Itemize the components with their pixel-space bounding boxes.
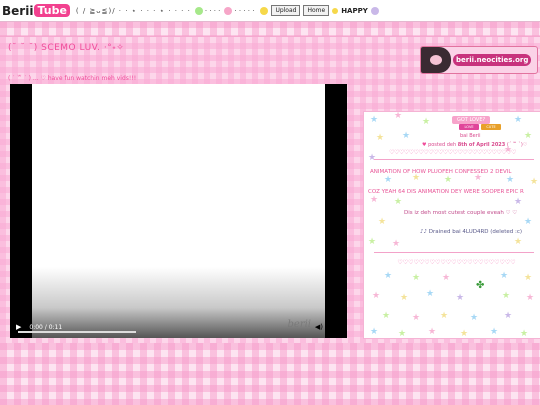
svg-text:★: ★: [382, 311, 390, 321]
play-icon[interactable]: ▶: [16, 323, 21, 331]
clover-icon: ✤: [476, 280, 485, 291]
divider-line-2: [374, 252, 534, 253]
svg-text:★: ★: [422, 117, 430, 127]
svg-text:★: ★: [504, 311, 512, 321]
svg-text:★: ★: [500, 271, 508, 281]
video-desc-marquee: COZ YEAH 64 DIS ANIMATION DEY WERE SOOPE…: [368, 189, 524, 195]
posted-suffix: (´ ꒳ `)♡: [506, 142, 528, 148]
author-line[interactable]: bai Berii: [460, 133, 481, 139]
svg-text:★: ★: [402, 131, 410, 141]
pink-emoji-icon: [224, 6, 233, 15]
svg-text:★: ★: [514, 115, 522, 125]
music-credit: ♪♪ Drained bai 4LUD4RD (deleted :c): [420, 229, 522, 235]
dots-decoration-2: · · · · ·: [234, 6, 255, 15]
video-description: Dis iz deh most cutest couple eveah ♡ ♡: [404, 210, 518, 216]
posted-line: ♥ posted deh 8th of April 2023 (´ ꒳ `)♡: [422, 142, 527, 148]
svg-text:★: ★: [412, 313, 420, 323]
svg-text:★: ★: [520, 329, 528, 338]
svg-text:★: ★: [440, 311, 448, 321]
upload-button[interactable]: Upload: [271, 5, 301, 16]
video-player[interactable]: ▶ 0:00 / 0:11 berii ◀) ⛶: [10, 84, 347, 338]
svg-text:★: ★: [400, 293, 408, 303]
happy-label: HAPPY: [341, 6, 368, 15]
svg-text:★: ★: [398, 329, 406, 338]
svg-text:★: ★: [514, 237, 522, 247]
home-button[interactable]: Home: [303, 5, 330, 16]
video-info-panel: ★ ★ ★ ★ ★ ★ ★ ★ ★ ★ ★ ★ ★ ★ ★ ★ ★ ★ ★ ★: [363, 111, 540, 339]
svg-text:★: ★: [394, 112, 402, 121]
svg-text:★: ★: [412, 273, 420, 283]
smiley-icon: [260, 6, 269, 15]
badge-cute[interactable]: CUTE: [481, 124, 501, 130]
svg-text:★: ★: [392, 239, 400, 249]
svg-text:★: ★: [502, 291, 510, 301]
music-credit-text: Drained bai 4LUD4RD (deleted :c): [428, 229, 523, 235]
video-time: 0:00 / 0:11: [29, 323, 63, 331]
svg-text:★: ★: [378, 217, 386, 227]
svg-text:★: ★: [514, 197, 522, 207]
svg-text:★: ★: [376, 133, 384, 143]
svg-text:★: ★: [506, 175, 514, 185]
got-love-header: GOT LOVE?: [452, 116, 491, 124]
svg-text:★: ★: [368, 237, 376, 247]
site-logo[interactable]: Berii Tube: [2, 4, 70, 18]
svg-text:★: ★: [394, 197, 402, 207]
video-frame[interactable]: [32, 84, 325, 338]
main-content: (˘ ˘ ˘) SCEMO LUV. ·°˖✧ ( ˙ ꒳ ˙ ) ... ♡ …: [0, 36, 540, 343]
page-background-lower: [0, 342, 540, 405]
music-note-icon: ♪♪: [420, 229, 428, 235]
svg-text:★: ★: [442, 273, 450, 283]
page-title: (˘ ˘ ˘) SCEMO LUV. ·°˖✧: [8, 43, 125, 53]
sparkle-icon: [332, 7, 339, 14]
nav-decoration: ( / ≧ᴗ≦)/ · · ⋆ · · · ⋆ · · · ·: [75, 6, 191, 15]
green-emoji-icon: [194, 6, 203, 15]
svg-text:★: ★: [426, 289, 434, 299]
svg-text:★: ★: [460, 329, 468, 338]
svg-text:★: ★: [370, 115, 378, 125]
svg-text:★: ★: [384, 271, 392, 281]
dots-decoration: · · · ·: [204, 6, 221, 15]
posted-date: 8th of April 2023: [457, 142, 506, 148]
svg-text:★: ★: [470, 313, 478, 323]
svg-text:★: ★: [524, 131, 532, 141]
banner-url: berii.neocities.org: [453, 54, 532, 66]
svg-text:★: ★: [370, 195, 378, 205]
posted-prefix: posted deh: [428, 142, 457, 148]
svg-text:★: ★: [456, 293, 464, 303]
svg-text:★: ★: [370, 327, 378, 337]
badge-love[interactable]: LOVE: [459, 124, 479, 130]
logo-text-tube: Tube: [34, 4, 70, 17]
fullscreen-icon[interactable]: ⛶: [336, 322, 341, 331]
bunny-icon: [370, 6, 379, 15]
svg-text:★: ★: [524, 217, 532, 227]
svg-text:★: ★: [490, 327, 498, 337]
divider-line: [374, 159, 534, 160]
video-watermark: berii: [287, 319, 312, 330]
svg-text:★: ★: [530, 177, 538, 187]
svg-text:★: ★: [524, 273, 532, 283]
hearts-divider: ♡♡♡♡♡♡♡♡♡♡♡♡♡♡♡♡♡♡♡♡♡♡♡♡♡♡: [389, 149, 516, 156]
badge-row: LOVE CUTE: [459, 124, 501, 130]
svg-text:★: ★: [372, 291, 380, 301]
neocities-banner[interactable]: berii.neocities.org: [420, 46, 538, 74]
svg-text:★: ★: [526, 293, 534, 303]
hearts-divider-2: ♡♡♡♡♡♡♡♡♡♡♡♡♡♡♡♡♡♡♡♡♡♡: [397, 259, 516, 266]
video-title-marquee: ANIMATION OF HOW PLUOFEH CONFESSED 2 DEV…: [370, 169, 512, 175]
volume-icon[interactable]: ◀): [315, 323, 323, 331]
top-nav-bar: Berii Tube ( / ≧ᴗ≦)/ · · ⋆ · · · ⋆ · · ·…: [0, 0, 540, 22]
svg-text:★: ★: [384, 175, 392, 185]
character-avatar: [421, 47, 451, 73]
svg-text:★: ★: [428, 327, 436, 337]
svg-text:★: ★: [444, 175, 452, 185]
heart-icon: ♥: [422, 142, 427, 148]
logo-text-berii: Berii: [2, 3, 34, 18]
page-subtitle: ( ˙ ꒳ ˙ ) ... ♡ have fun watchin meh vid…: [8, 75, 137, 82]
